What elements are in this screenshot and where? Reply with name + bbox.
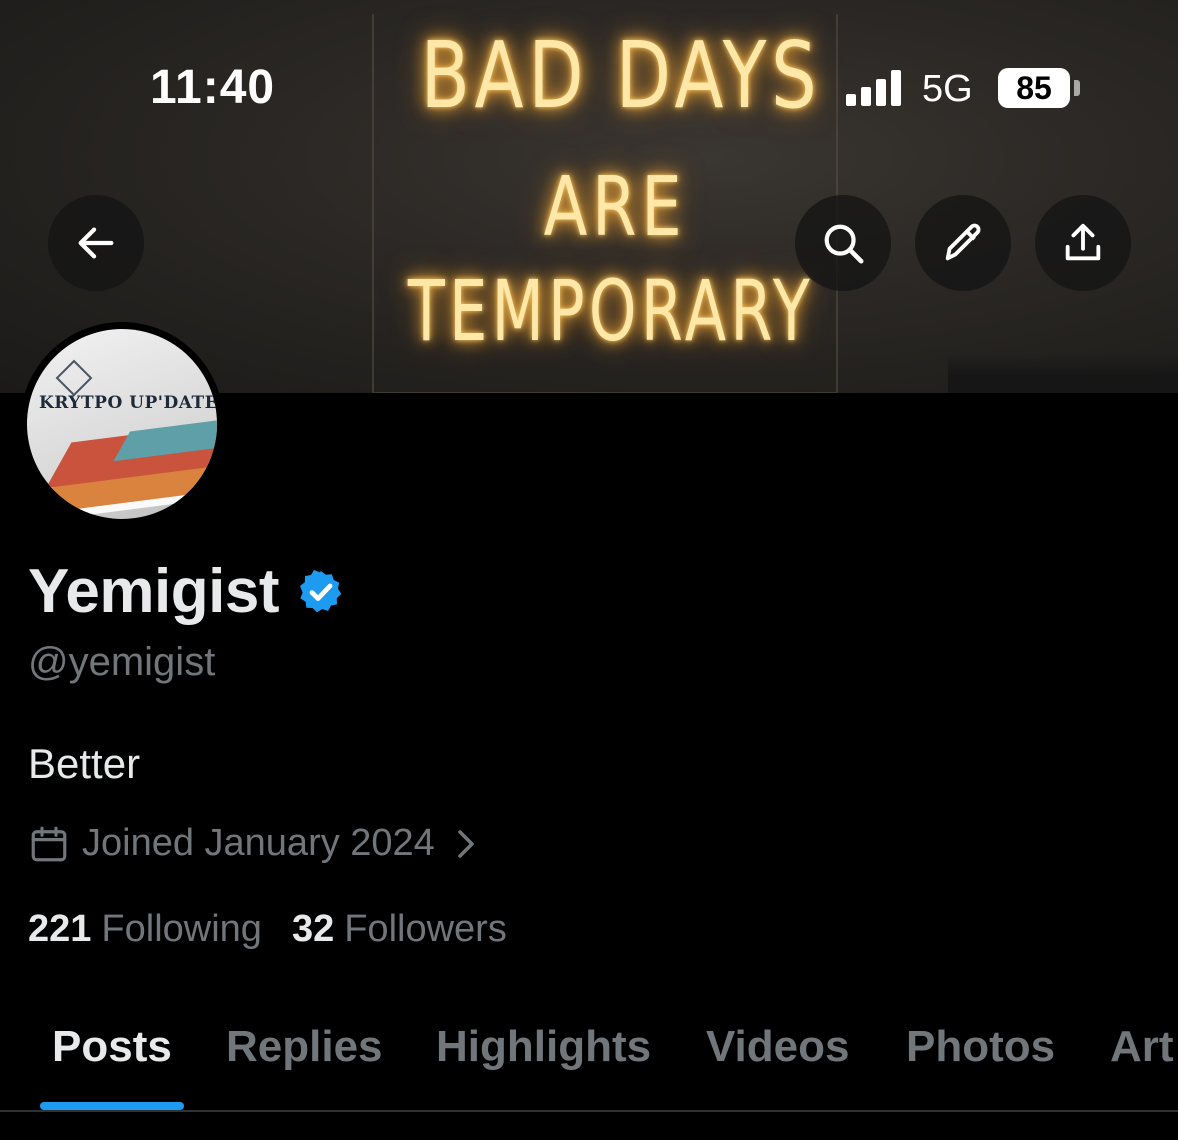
- search-button[interactable]: [795, 195, 891, 291]
- follow-stats: 221 Following 32 Followers: [28, 908, 537, 951]
- battery-tip: [1074, 80, 1080, 96]
- profile-tabs: Posts Replies Highlights Videos Photos A…: [0, 1000, 1178, 1110]
- profile-handle: @yemigist: [28, 640, 216, 684]
- edit-button[interactable]: [915, 195, 1011, 291]
- logo-cube-icon: [55, 359, 93, 397]
- tab-photos[interactable]: Photos: [906, 1022, 1055, 1072]
- network-type: 5G: [922, 68, 973, 110]
- status-time: 11:40: [150, 61, 276, 114]
- avatar-logo-text: KRYTPO UP'DATE: [39, 393, 217, 413]
- battery-icon: 85: [998, 68, 1070, 108]
- joined-date-row[interactable]: Joined January 2024: [28, 822, 479, 865]
- battery-level: 85: [1016, 70, 1052, 106]
- joined-date: Joined January 2024: [82, 822, 435, 864]
- calendar-icon: [31, 826, 67, 861]
- profile-bio: Better: [28, 740, 141, 787]
- search-icon: [824, 224, 864, 264]
- verified-badge-icon[interactable]: [297, 568, 345, 616]
- active-tab-indicator: [40, 1102, 184, 1110]
- tab-posts[interactable]: Posts: [52, 1022, 172, 1072]
- avatar[interactable]: KRYTPO UP'DATE: [27, 329, 217, 519]
- followers-count: 32: [291, 908, 335, 950]
- following-count: 221: [28, 908, 92, 950]
- name-row: Yemigist: [28, 556, 345, 627]
- signal-strength-icon: [846, 70, 906, 106]
- tab-replies[interactable]: Replies: [226, 1022, 383, 1072]
- tab-videos[interactable]: Videos: [706, 1022, 849, 1072]
- neon-text-line-3: TEMPORARY: [407, 262, 815, 360]
- share-upload-icon: [1065, 223, 1101, 261]
- followers-link[interactable]: 32 Followers: [292, 908, 507, 951]
- arrow-left-icon: [78, 227, 114, 259]
- profile-banner[interactable]: BAD DAYS ARE TEMPORARY: [0, 0, 1178, 393]
- chevron-right-icon: [458, 829, 474, 858]
- banner-shadow: [948, 353, 1178, 393]
- following-link[interactable]: 221 Following: [28, 908, 262, 951]
- pencil-icon: [945, 223, 981, 261]
- tab-highlights[interactable]: Highlights: [436, 1022, 651, 1072]
- share-button[interactable]: [1035, 195, 1131, 291]
- back-button[interactable]: [48, 195, 144, 291]
- display-name: Yemigist: [28, 557, 280, 626]
- followers-label: Followers: [344, 908, 507, 950]
- tab-articles[interactable]: Art: [1110, 1022, 1174, 1072]
- following-label: Following: [101, 908, 262, 950]
- tabs-divider: [0, 1110, 1178, 1112]
